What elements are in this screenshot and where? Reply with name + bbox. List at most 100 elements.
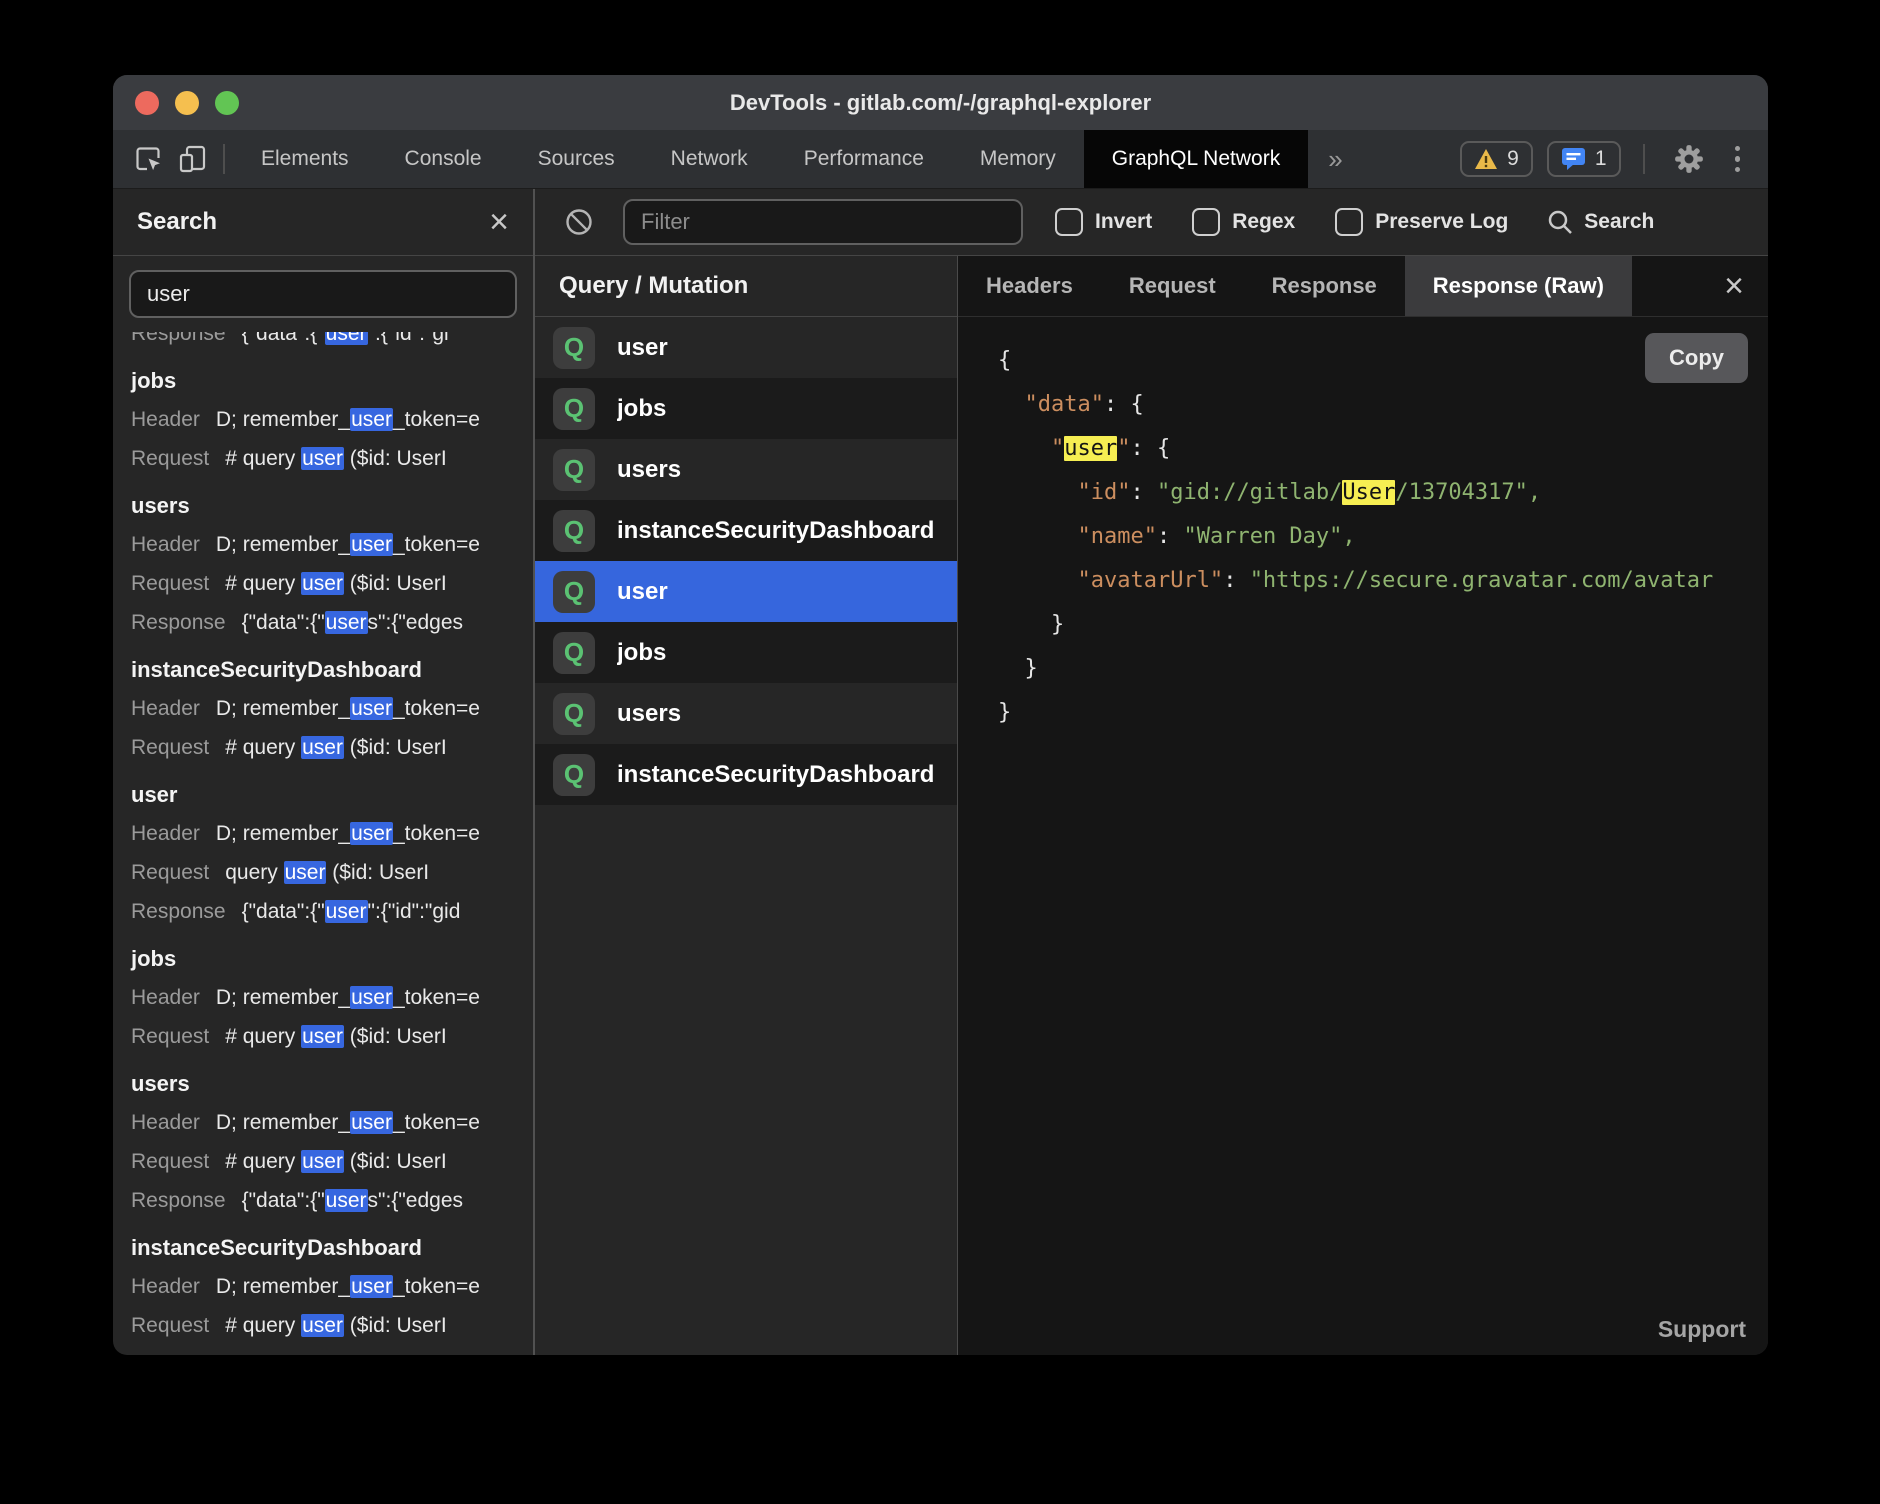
query-item-jobs[interactable]: Qjobs: [535, 622, 957, 683]
query-item-instancesecuritydashboard[interactable]: QinstanceSecurityDashboard: [535, 500, 957, 561]
tab-network[interactable]: Network: [643, 130, 776, 188]
checkbox-box-invert[interactable]: [1055, 208, 1083, 236]
json-token: [998, 392, 1025, 417]
search-result-line[interactable]: HeaderD; remember_user_token=e: [113, 978, 533, 1017]
result-line-value: D; remember_user_token=e: [216, 697, 480, 720]
search-result-line[interactable]: Request# query user ($id: UserI: [113, 1306, 533, 1345]
query-item-users[interactable]: Qusers: [535, 439, 957, 500]
json-line: "id": "gid://gitlab/User/13704317",: [998, 471, 1768, 515]
result-line-label: Header: [131, 697, 200, 720]
result-line-label: Header: [131, 822, 200, 845]
search-result-line[interactable]: HeaderD; remember_user_token=e: [113, 400, 533, 439]
search-result-group-title[interactable]: users: [113, 486, 533, 525]
detail-tab-response-raw[interactable]: Response (Raw): [1405, 256, 1632, 316]
json-line: }: [998, 691, 1768, 735]
search-result-line[interactable]: Header D; remember_user_token=e: [113, 814, 533, 853]
search-match-highlight: user: [301, 1025, 344, 1048]
result-line-value: D; remember_user_token=e: [216, 822, 480, 845]
search-result-group-title[interactable]: user: [113, 775, 533, 814]
json-line: "name": "Warren Day",: [998, 515, 1768, 559]
search-result-line[interactable]: Request# query user ($id: UserI: [113, 564, 533, 603]
search-toggle[interactable]: Search: [1546, 208, 1654, 236]
search-result-line[interactable]: Response{"data":{"users":{"edges: [113, 1181, 533, 1220]
search-result-line[interactable]: Request# query user ($id: UserI: [113, 1017, 533, 1056]
filter-input[interactable]: [623, 199, 1023, 245]
result-line-value: {"data":{"user":{"id":"gid: [242, 900, 461, 923]
result-text: D; remember_: [216, 533, 350, 556]
search-result-line[interactable]: HeaderD; remember_user_token=e: [113, 525, 533, 564]
close-detail-icon[interactable]: ×: [1724, 269, 1768, 303]
tab-graphql-network[interactable]: GraphQL Network: [1084, 130, 1308, 188]
settings-gear-icon[interactable]: [1667, 137, 1711, 181]
checkbox-box-regex[interactable]: [1192, 208, 1220, 236]
result-line-label: Request: [131, 447, 209, 470]
search-result-group-title[interactable]: instanceSecurityDashboard: [113, 1228, 533, 1267]
search-result-line[interactable]: Response{"data":{"users":{"edges: [113, 603, 533, 642]
support-link[interactable]: Support: [1658, 1316, 1746, 1343]
search-result-line[interactable]: Request# query user ($id: UserI: [113, 439, 533, 478]
close-search-icon[interactable]: ×: [489, 205, 509, 239]
json-token: {: [998, 348, 1011, 373]
clear-filter-icon[interactable]: [557, 200, 601, 244]
search-result-line[interactable]: Response{"data":{"user":{"id":"gid: [113, 892, 533, 931]
search-result-line[interactable]: Request# query user ($id: UserI: [113, 728, 533, 767]
tab-elements[interactable]: Elements: [233, 130, 377, 188]
search-result-line[interactable]: Response{"data":{"user":{"id":"gi: [113, 332, 533, 353]
issues-badge[interactable]: 1: [1547, 141, 1621, 177]
checkbox-preserve-log[interactable]: Preserve Log: [1335, 208, 1508, 236]
tab-console[interactable]: Console: [377, 130, 510, 188]
json-line: "user": {: [998, 427, 1768, 471]
json-token: }: [998, 612, 1064, 637]
search-input[interactable]: [129, 270, 517, 318]
query-item-jobs[interactable]: Qjobs: [535, 378, 957, 439]
query-type-badge: Q: [553, 327, 595, 369]
device-toolbar-icon[interactable]: [171, 137, 215, 181]
search-result-group-title[interactable]: instanceSecurityDashboard: [113, 650, 533, 689]
query-item-instancesecuritydashboard[interactable]: QinstanceSecurityDashboard: [535, 744, 957, 805]
search-result-line[interactable]: Requestquery user ($id: UserI: [113, 853, 533, 892]
result-text: # query: [225, 1314, 301, 1337]
inspect-element-icon[interactable]: [127, 137, 171, 181]
search-match-highlight: user: [350, 408, 393, 431]
json-token: :: [1157, 524, 1184, 549]
response-raw-view: Copy { "data": { "user": { "id": "gid://…: [958, 317, 1768, 1355]
window-title: DevTools - gitlab.com/-/graphql-explorer: [113, 75, 1768, 130]
search-results: Response{"data":{"user":{"id":"gi jobs Hea…: [113, 332, 533, 1355]
search-match-highlight: user: [350, 986, 393, 1009]
copy-button[interactable]: Copy: [1645, 333, 1748, 383]
search-result-line[interactable]: Request# query user ($id: UserI: [113, 1142, 533, 1181]
tab-memory[interactable]: Memory: [952, 130, 1084, 188]
search-result-group-title[interactable]: jobs: [113, 939, 533, 978]
result-line-value: D; remember_user_token=e: [216, 533, 480, 556]
result-line-label: Header: [131, 986, 200, 1009]
query-list: QuserQjobsQusersQinstanceSecurityDashboa…: [535, 317, 957, 1355]
query-item-user[interactable]: Quser: [535, 561, 957, 622]
checkbox-box-preserve-log[interactable]: [1335, 208, 1363, 236]
search-result-group-title[interactable]: jobs: [113, 361, 533, 400]
more-options-icon[interactable]: [1725, 146, 1751, 173]
search-result-line[interactable]: HeaderD; remember_user_token=e: [113, 1103, 533, 1142]
query-type-badge: Q: [553, 449, 595, 491]
result-line-value: # query user ($id: UserI: [225, 572, 446, 595]
result-text: ":{"id":"gid: [368, 900, 461, 923]
search-result-line[interactable]: Header D; remember_user_token=e: [113, 689, 533, 728]
result-text: ($id: UserI: [344, 572, 447, 595]
checkbox-invert[interactable]: Invert: [1055, 208, 1152, 236]
json-token: }: [998, 700, 1011, 725]
json-token: [998, 436, 1051, 461]
tab-performance[interactable]: Performance: [776, 130, 952, 188]
more-tabs-button[interactable]: »: [1308, 144, 1362, 175]
tab-sources[interactable]: Sources: [510, 130, 643, 188]
search-result-line[interactable]: HeaderD; remember_user_token=e: [113, 1267, 533, 1306]
detail-tab-headers[interactable]: Headers: [958, 256, 1101, 316]
query-item-user[interactable]: Quser: [535, 317, 957, 378]
checkbox-regex[interactable]: Regex: [1192, 208, 1295, 236]
search-result-group-title[interactable]: users: [113, 1064, 533, 1103]
result-text: {"data":{": [242, 332, 325, 345]
query-item-users[interactable]: Qusers: [535, 683, 957, 744]
json-line: "avatarUrl": "https://secure.gravatar.co…: [998, 559, 1768, 603]
query-type-badge: Q: [553, 693, 595, 735]
detail-tab-request[interactable]: Request: [1101, 256, 1244, 316]
warnings-badge[interactable]: 9: [1460, 141, 1533, 177]
detail-tab-response[interactable]: Response: [1244, 256, 1405, 316]
